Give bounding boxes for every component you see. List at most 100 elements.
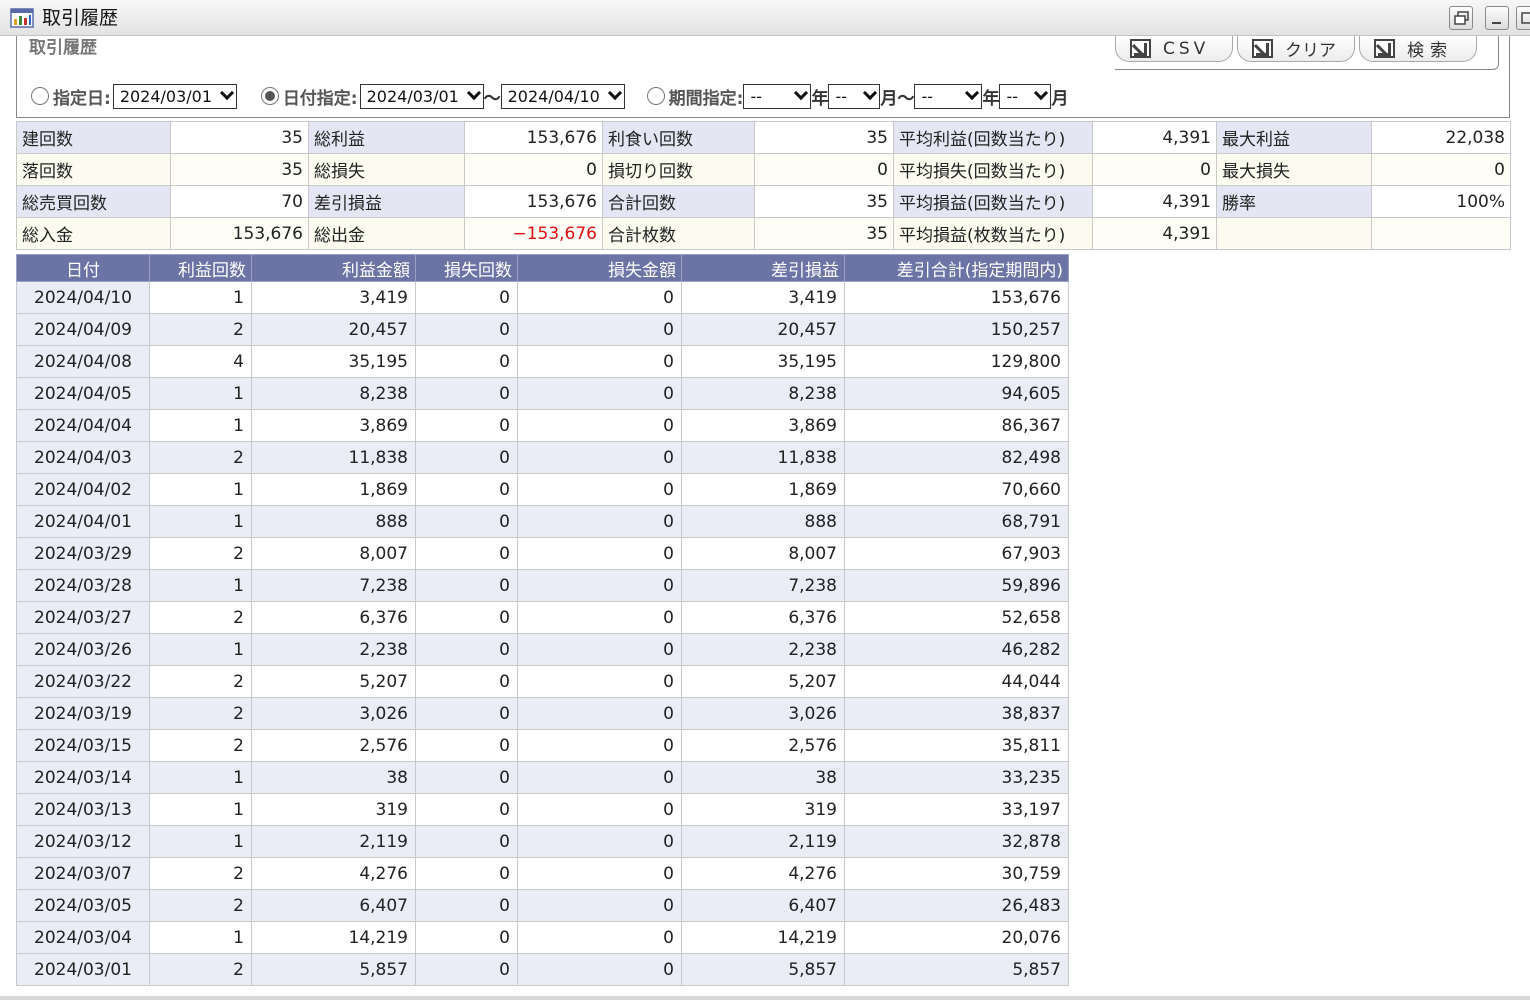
- summary-label: 最大利益: [1216, 121, 1372, 154]
- maximize-button[interactable]: [1516, 6, 1530, 30]
- profit-count-cell: 1: [149, 505, 252, 538]
- table-row[interactable]: 2024/03/05 2 6,407 0 0 6,407 26,483: [16, 889, 1069, 922]
- loss-count-cell: 0: [415, 441, 518, 474]
- summary-label: 落回数: [16, 153, 171, 186]
- profit-count-cell: 2: [149, 313, 252, 346]
- date-to-select[interactable]: 2024/04/10: [500, 83, 625, 109]
- table-row[interactable]: 2024/03/04 1 14,219 0 0 14,219 20,076: [16, 921, 1069, 954]
- table-row[interactable]: 2024/03/13 1 319 0 0 319 33,197: [16, 793, 1069, 826]
- date-cell: 2024/04/02: [16, 473, 150, 506]
- month-unit-label: 月: [1051, 88, 1069, 109]
- profit-count-cell: 1: [149, 921, 252, 954]
- summary-value: 4,391: [1092, 121, 1217, 154]
- profit-count-cell: 1: [149, 569, 252, 602]
- specified-date-select[interactable]: 2024/03/01: [112, 83, 237, 109]
- loss-amount-cell: 0: [517, 793, 682, 826]
- restore-button[interactable]: [1449, 6, 1473, 30]
- summary-table: 建回数 35 総利益 153,676 利食い回数 35 平均利益(回数当たり) 4,391 最大…: [16, 121, 1511, 250]
- date-cell: 2024/03/26: [16, 633, 150, 666]
- summary-value: 35: [170, 153, 309, 186]
- table-row[interactable]: 2024/03/15 2 2,576 0 0 2,576 35,811: [16, 729, 1069, 762]
- period-label: 期間指定:: [668, 88, 744, 109]
- table-row[interactable]: 2024/03/26 1 2,238 0 0 2,238 46,282: [16, 633, 1069, 666]
- date-cell: 2024/03/19: [16, 697, 150, 730]
- summary-label: 損切り回数: [602, 153, 755, 186]
- profit-count-cell: 2: [149, 441, 252, 474]
- specified-date-radio[interactable]: [31, 87, 49, 105]
- chevron-down-icon: [965, 85, 980, 100]
- summary-value: 0: [754, 153, 894, 186]
- date-range-radio[interactable]: [260, 87, 279, 105]
- period-year-to-select[interactable]: --: [914, 83, 983, 109]
- loss-amount-cell: 0: [517, 377, 682, 410]
- period-month-to-select[interactable]: --: [999, 83, 1052, 109]
- table-row[interactable]: 2024/04/05 1 8,238 0 0 8,238 94,605: [16, 377, 1069, 410]
- period-month-from-select[interactable]: --: [828, 83, 881, 109]
- date-cell: 2024/04/04: [16, 409, 150, 442]
- loss-count-cell: 0: [415, 697, 518, 730]
- profit-count-cell: 1: [149, 377, 252, 410]
- profit-amount-cell: 3,419: [251, 281, 416, 314]
- net-pl-cell: 2,119: [681, 825, 845, 858]
- net-pl-cell: 2,576: [681, 729, 845, 762]
- date-cell: 2024/03/12: [16, 825, 150, 858]
- loss-amount-cell: 0: [517, 313, 682, 346]
- table-row[interactable]: 2024/04/03 2 11,838 0 0 11,838 82,498: [16, 441, 1069, 474]
- profit-amount-cell: 3,026: [251, 697, 416, 730]
- profit-count-cell: 1: [149, 825, 252, 858]
- summary-label: 総売買回数: [16, 185, 171, 218]
- table-row[interactable]: 2024/03/22 2 5,207 0 0 5,207 44,044: [16, 665, 1069, 698]
- column-header-net-pl[interactable]: 差引損益: [681, 254, 845, 282]
- table-row[interactable]: 2024/04/10 1 3,419 0 0 3,419 153,676: [16, 281, 1069, 314]
- chevron-down-icon: [1034, 85, 1049, 100]
- date-from-select[interactable]: 2024/03/01: [359, 83, 484, 109]
- period-radio[interactable]: [646, 87, 665, 105]
- clear-button[interactable]: クリア: [1237, 36, 1355, 62]
- table-row[interactable]: 2024/03/01 2 5,857 0 0 5,857 5,857: [16, 953, 1069, 986]
- table-row[interactable]: 2024/03/14 1 38 0 0 38 33,235: [16, 761, 1069, 794]
- column-header-profit-count[interactable]: 利益回数: [149, 254, 252, 282]
- table-row[interactable]: 2024/03/19 2 3,026 0 0 3,026 38,837: [16, 697, 1069, 730]
- minimize-button[interactable]: [1485, 6, 1509, 30]
- search-button[interactable]: 検索: [1359, 36, 1477, 62]
- profit-count-cell: 1: [149, 633, 252, 666]
- column-header-cumulative[interactable]: 差引合計(指定期間内): [844, 254, 1069, 282]
- column-header-loss-amount[interactable]: 損失金額: [517, 254, 682, 282]
- cumulative-cell: 68,791: [844, 505, 1069, 538]
- column-header-profit-amount[interactable]: 利益金額: [251, 254, 416, 282]
- period-month-to-value: --: [1006, 86, 1018, 106]
- summary-value: 35: [754, 121, 894, 154]
- table-row[interactable]: 2024/04/09 2 20,457 0 0 20,457 150,257: [16, 313, 1069, 346]
- table-row[interactable]: 2024/03/27 2 6,376 0 0 6,376 52,658: [16, 601, 1069, 634]
- trade-history-table: 日付 利益回数 利益金額 損失回数 損失金額 差引損益 差引合計(指定期間内) …: [16, 254, 1069, 986]
- filter-row: 指定日: 2024/03/01 日付指定: 2024/03/01 〜 2024/…: [31, 82, 1068, 110]
- column-header-loss-count[interactable]: 損失回数: [415, 254, 518, 282]
- summary-value: 100%: [1371, 185, 1511, 218]
- summary-label: [1216, 217, 1372, 250]
- summary-value: 4,391: [1092, 185, 1217, 218]
- arrow-box-icon: [1374, 39, 1395, 58]
- table-row[interactable]: 2024/03/29 2 8,007 0 0 8,007 67,903: [16, 537, 1069, 570]
- net-pl-cell: 8,238: [681, 377, 845, 410]
- table-row[interactable]: 2024/04/08 4 35,195 0 0 35,195 129,800: [16, 345, 1069, 378]
- chevron-down-icon: [607, 85, 622, 100]
- loss-amount-cell: 0: [517, 345, 682, 378]
- table-row[interactable]: 2024/04/02 1 1,869 0 0 1,869 70,660: [16, 473, 1069, 506]
- loss-amount-cell: 0: [517, 281, 682, 314]
- table-row[interactable]: 2024/03/12 1 2,119 0 0 2,119 32,878: [16, 825, 1069, 858]
- date-cell: 2024/04/01: [16, 505, 150, 538]
- loss-amount-cell: 0: [517, 473, 682, 506]
- table-row[interactable]: 2024/04/01 1 888 0 0 888 68,791: [16, 505, 1069, 538]
- cumulative-cell: 35,811: [844, 729, 1069, 762]
- table-row[interactable]: 2024/03/28 1 7,238 0 0 7,238 59,896: [16, 569, 1069, 602]
- cumulative-cell: 150,257: [844, 313, 1069, 346]
- period-month-from-value: --: [835, 86, 847, 106]
- loss-count-cell: 0: [415, 793, 518, 826]
- table-row[interactable]: 2024/04/04 1 3,869 0 0 3,869 86,367: [16, 409, 1069, 442]
- csv-button[interactable]: CSV: [1115, 36, 1233, 62]
- summary-row: 建回数 35 総利益 153,676 利食い回数 35 平均利益(回数当たり) 4,391 最大…: [16, 121, 1511, 154]
- arrow-box-icon: [1130, 39, 1151, 58]
- table-row[interactable]: 2024/03/07 2 4,276 0 0 4,276 30,759: [16, 857, 1069, 890]
- column-header-date[interactable]: 日付: [16, 254, 150, 282]
- period-year-from-select[interactable]: --: [743, 83, 812, 109]
